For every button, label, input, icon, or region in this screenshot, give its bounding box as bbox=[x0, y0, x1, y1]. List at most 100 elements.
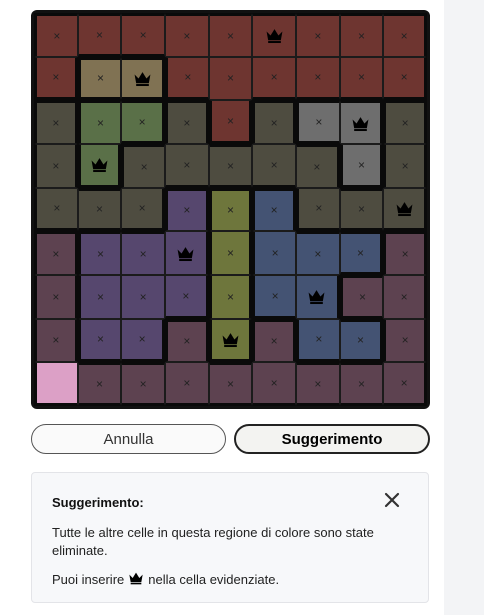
close-icon[interactable] bbox=[382, 490, 402, 510]
crown-icon bbox=[124, 570, 148, 589]
board-cell[interactable]: × bbox=[296, 318, 340, 363]
board-cell[interactable]: × bbox=[252, 100, 296, 144]
board-cell[interactable]: × bbox=[34, 275, 78, 319]
board-cell[interactable]: × bbox=[77, 56, 122, 101]
board-cell[interactable]: × bbox=[77, 275, 122, 319]
board-cell[interactable]: × bbox=[296, 100, 340, 144]
board-cell[interactable]: × bbox=[208, 231, 253, 275]
board-cell[interactable]: × bbox=[339, 56, 384, 101]
board-cell[interactable]: × bbox=[339, 13, 384, 57]
board-cell[interactable]: × bbox=[165, 362, 209, 406]
board-cell[interactable]: × bbox=[208, 13, 253, 57]
eliminated-mark: × bbox=[96, 289, 104, 304]
board-cell[interactable]: × bbox=[383, 100, 427, 144]
board-cell[interactable]: × bbox=[252, 231, 296, 275]
board-cell[interactable]: × bbox=[208, 100, 253, 144]
board-cell[interactable]: × bbox=[77, 231, 122, 275]
board-cell[interactable]: × bbox=[252, 144, 296, 188]
eliminated-mark: × bbox=[357, 202, 365, 217]
eliminated-mark: × bbox=[314, 28, 322, 43]
eliminated-mark: × bbox=[96, 116, 104, 131]
eliminated-mark: × bbox=[400, 289, 408, 304]
board-cell[interactable]: × bbox=[383, 318, 427, 363]
board-cell[interactable]: × bbox=[339, 144, 384, 188]
board-cell[interactable]: × bbox=[34, 144, 78, 188]
board-cell[interactable]: × bbox=[34, 13, 78, 57]
board-cell[interactable]: × bbox=[121, 187, 165, 232]
board-cell[interactable] bbox=[34, 362, 78, 406]
board-cell[interactable] bbox=[252, 13, 296, 57]
board-cell[interactable]: × bbox=[165, 318, 209, 363]
board-cell[interactable]: × bbox=[165, 100, 209, 144]
board-cell[interactable]: × bbox=[339, 275, 384, 319]
board-cell[interactable]: × bbox=[77, 362, 122, 406]
board-cell[interactable] bbox=[339, 100, 384, 144]
board-cell[interactable]: × bbox=[121, 318, 165, 363]
board-cell[interactable]: × bbox=[165, 275, 209, 319]
board-cell[interactable]: × bbox=[383, 231, 427, 275]
board-cell[interactable]: × bbox=[208, 362, 253, 406]
hint-button[interactable]: Suggerimento bbox=[234, 424, 430, 454]
board-cell[interactable]: × bbox=[252, 275, 296, 319]
board-cell[interactable]: × bbox=[34, 231, 78, 275]
board-cell[interactable]: × bbox=[339, 318, 384, 363]
crown-icon bbox=[176, 244, 195, 263]
board-cell[interactable]: × bbox=[208, 275, 253, 319]
board-cell[interactable]: × bbox=[77, 318, 122, 363]
board-cell[interactable]: × bbox=[339, 231, 384, 275]
board-cell[interactable]: × bbox=[296, 144, 340, 188]
eliminated-mark: × bbox=[226, 71, 234, 86]
board-cell[interactable]: × bbox=[121, 13, 165, 57]
board-cell[interactable]: × bbox=[296, 362, 340, 406]
board-cell[interactable]: × bbox=[165, 13, 209, 57]
board-cell[interactable]: × bbox=[252, 362, 296, 406]
board-cell[interactable]: × bbox=[383, 362, 427, 406]
board-cell[interactable]: × bbox=[77, 187, 122, 232]
board-cell[interactable]: × bbox=[383, 144, 427, 188]
board-cell[interactable]: × bbox=[383, 13, 427, 57]
board-cell[interactable]: × bbox=[296, 231, 340, 275]
board-cell[interactable]: × bbox=[121, 231, 165, 275]
eliminated-mark: × bbox=[138, 201, 146, 216]
board-cell[interactable]: × bbox=[208, 56, 253, 101]
board-cell[interactable]: × bbox=[252, 56, 296, 101]
eliminated-mark: × bbox=[356, 246, 364, 261]
board-cell[interactable]: × bbox=[296, 56, 340, 101]
board-cell[interactable] bbox=[296, 275, 340, 319]
board-cell[interactable]: × bbox=[121, 362, 165, 406]
board-cell[interactable]: × bbox=[121, 275, 165, 319]
board-cell[interactable]: × bbox=[34, 187, 78, 232]
board-cell[interactable] bbox=[208, 318, 253, 363]
eliminated-mark: × bbox=[96, 71, 104, 86]
board-grid: × × × × × × × × × × × × × × × × × × × × × × × × × × × × × × × × × × × × × × × ×… bbox=[34, 13, 427, 406]
board-cell[interactable]: × bbox=[208, 144, 253, 188]
board-cell[interactable] bbox=[165, 231, 209, 275]
board-cell[interactable] bbox=[383, 187, 427, 232]
board-cell[interactable]: × bbox=[121, 100, 165, 144]
board-cell[interactable]: × bbox=[121, 144, 165, 188]
eliminated-mark: × bbox=[315, 332, 323, 347]
board-cell[interactable]: × bbox=[383, 275, 427, 319]
board-cell[interactable]: × bbox=[383, 56, 427, 101]
hint-message: Tutte le altre celle in questa regione d… bbox=[52, 525, 374, 558]
board-cell[interactable]: × bbox=[252, 187, 296, 232]
board-cell[interactable]: × bbox=[34, 56, 78, 101]
eliminated-mark: × bbox=[138, 115, 146, 130]
board-cell[interactable]: × bbox=[339, 362, 384, 406]
board-cell[interactable]: × bbox=[77, 100, 122, 144]
board-cell[interactable]: × bbox=[296, 187, 340, 232]
undo-button[interactable]: Annulla bbox=[31, 424, 226, 454]
board-cell[interactable]: × bbox=[77, 13, 122, 57]
board-cell[interactable] bbox=[121, 56, 165, 101]
board-cell[interactable] bbox=[77, 144, 122, 188]
eliminated-mark: × bbox=[183, 334, 191, 349]
board-cell[interactable]: × bbox=[165, 56, 209, 101]
board-cell[interactable]: × bbox=[34, 318, 78, 363]
board-cell[interactable]: × bbox=[296, 13, 340, 57]
board-cell[interactable]: × bbox=[165, 144, 209, 188]
board-cell[interactable]: × bbox=[165, 187, 209, 232]
board-cell[interactable]: × bbox=[208, 187, 253, 232]
board-cell[interactable]: × bbox=[252, 318, 296, 363]
board-cell[interactable]: × bbox=[339, 187, 384, 232]
board-cell[interactable]: × bbox=[34, 100, 78, 144]
